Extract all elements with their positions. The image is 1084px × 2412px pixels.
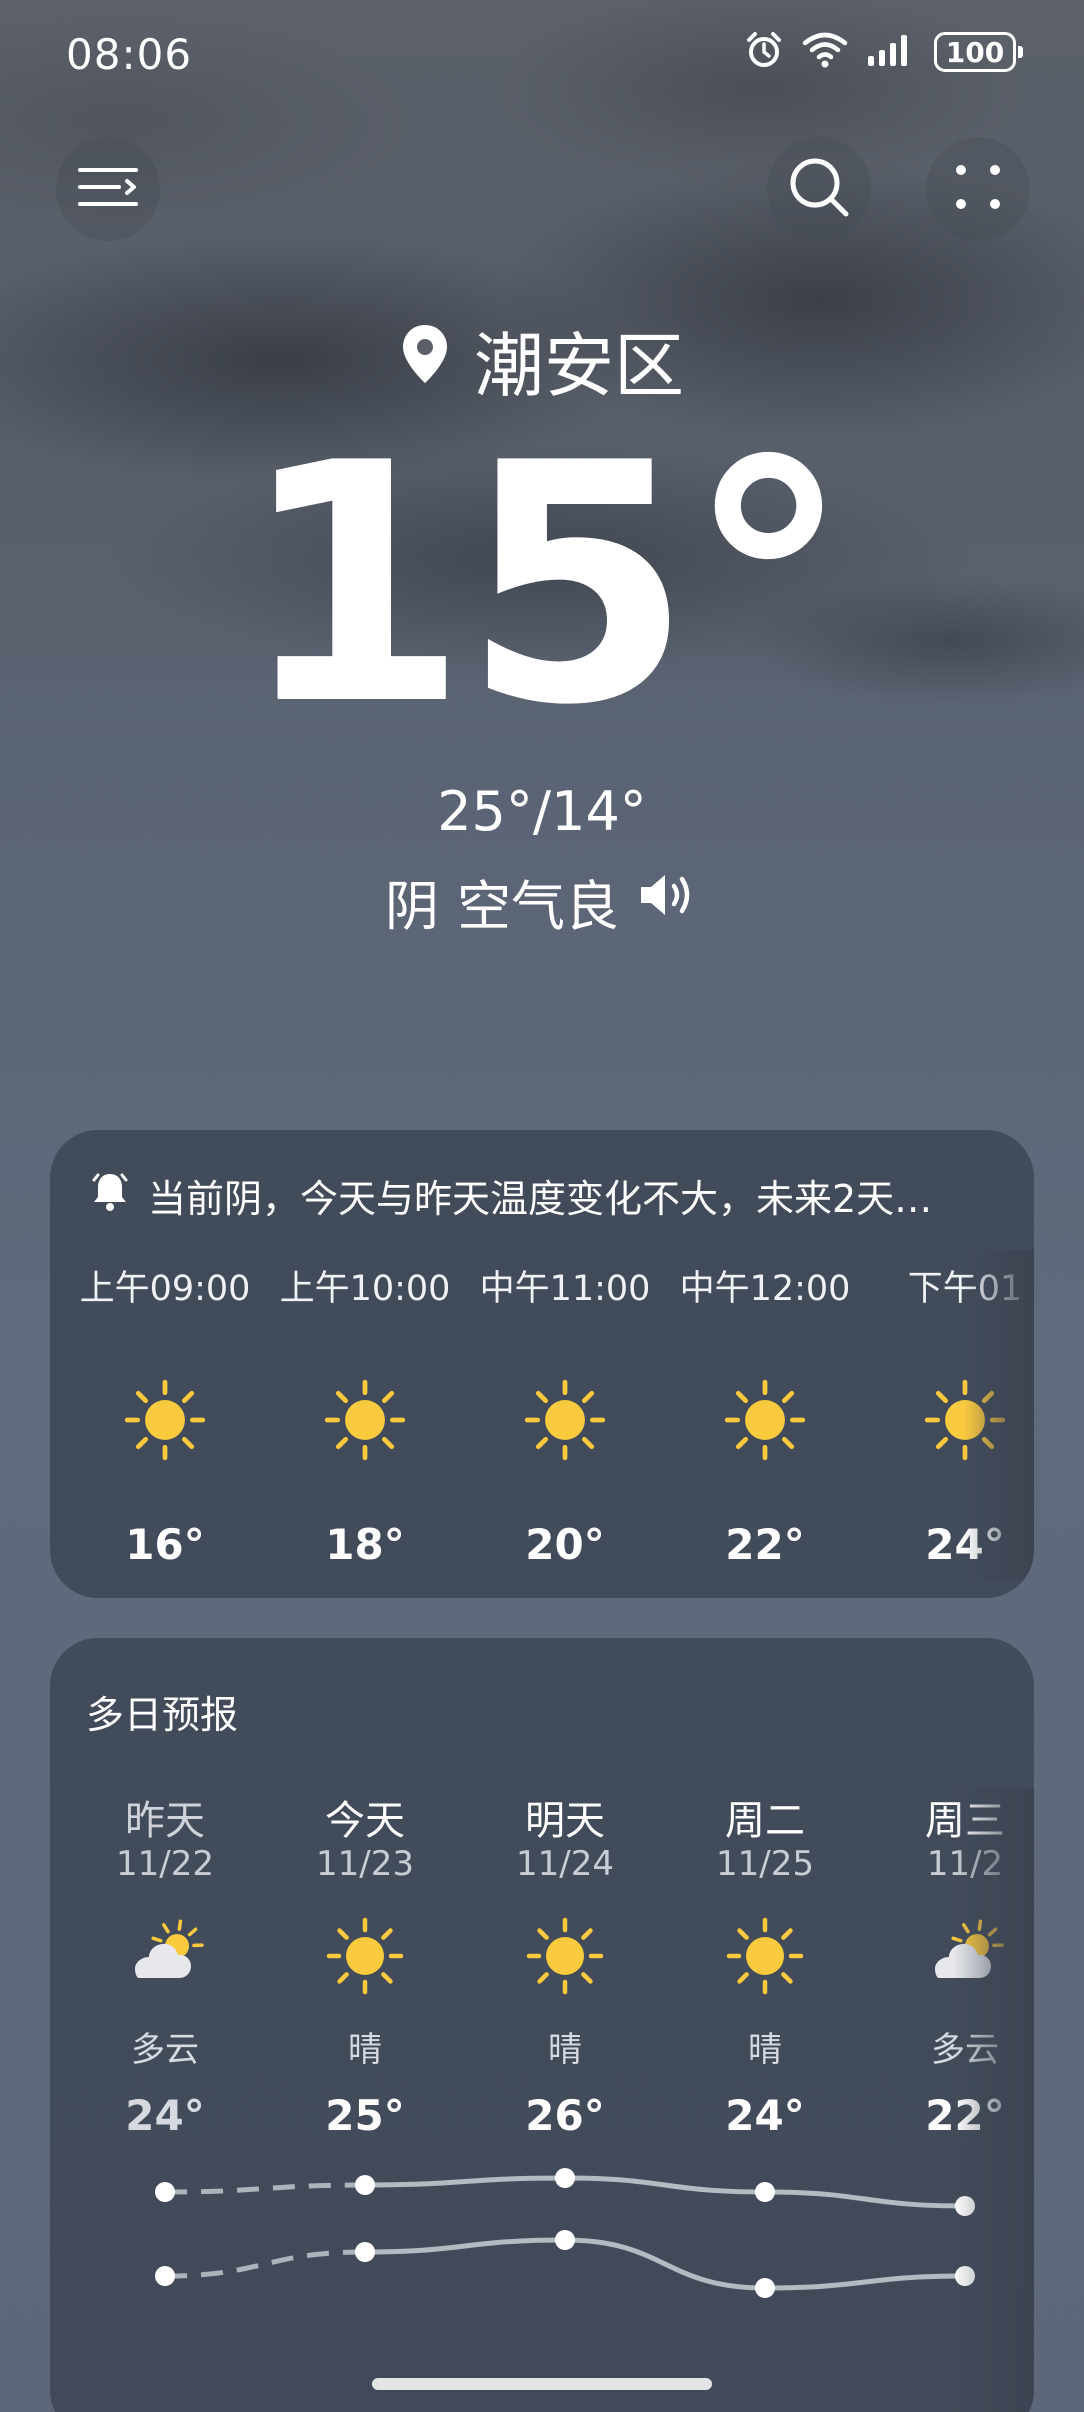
day-high-temperature: 24° — [125, 2091, 205, 2140]
day-high-temperature: 25° — [325, 2091, 405, 2140]
current-temperature: 15° — [238, 393, 851, 777]
day-date: 11/25 — [716, 1844, 814, 1884]
location-pin-icon — [400, 320, 450, 402]
high-trend-point — [755, 2182, 775, 2202]
wifi-icon — [802, 31, 848, 73]
hour-label: 中午12:00 — [679, 1269, 851, 1309]
sun-icon — [265, 1916, 465, 1996]
day-name: 今天 — [325, 1798, 405, 1844]
sun-icon — [265, 1378, 465, 1462]
day-high-temperature: 26° — [525, 2091, 605, 2140]
high-trend-point — [355, 2175, 375, 2195]
hour-label: 上午09:00 — [79, 1269, 251, 1309]
hour-temperature: 18° — [325, 1520, 405, 1569]
daily-list[interactable]: 昨天 11/22 多云 24° 今天 11/23 晴 25° 明天 11/24 … — [90, 1788, 1034, 2412]
more-button[interactable] — [926, 137, 1030, 241]
daily-item[interactable]: 今天 11/23 晴 25° — [265, 1788, 465, 2140]
status-icons: 100 — [744, 30, 1023, 74]
sun-icon — [465, 1916, 665, 1996]
air-quality[interactable]: 空气良 — [457, 862, 619, 941]
day-condition: 晴 — [548, 2030, 582, 2070]
sun-icon — [465, 1378, 665, 1462]
alert-text: 当前阴，今天与昨天温度变化不大，未来2天… — [148, 1177, 933, 1221]
fade-mask — [964, 1250, 1034, 1580]
daily-item[interactable]: 周二 11/25 晴 24° — [665, 1788, 865, 2140]
hourly-forecast-card[interactable]: 当前阴，今天与昨天温度变化不大，未来2天… 上午09:00 16° 上午10:0… — [50, 1130, 1034, 1598]
day-date: 11/22 — [116, 1844, 214, 1884]
status-bar: 08:06 100 — [0, 0, 1084, 110]
fade-mask — [954, 1788, 1034, 2412]
home-indicator[interactable] — [372, 2378, 712, 2390]
status-time: 08:06 — [66, 30, 193, 79]
low-trend-point — [355, 2242, 375, 2262]
daily-item[interactable]: 明天 11/24 晴 26° — [465, 1788, 665, 2140]
hourly-item[interactable]: 中午12:00 22° — [665, 1260, 865, 1569]
menu-icon — [77, 164, 139, 214]
alarm-icon — [744, 30, 784, 74]
battery-icon: 100 — [934, 32, 1023, 72]
low-trend-point — [555, 2230, 575, 2250]
high-trend-segment — [364, 2175, 566, 2188]
day-name: 明天 — [525, 1798, 605, 1844]
hourly-list[interactable]: 上午09:00 16° 上午10:00 18° 中午11:00 20° 中午12… — [80, 1260, 1034, 1580]
signal-icon — [866, 32, 916, 72]
low-trend-segment — [564, 2237, 766, 2291]
high-trend-point — [555, 2168, 575, 2188]
low-trend-segment — [764, 2273, 966, 2291]
hour-label: 上午10:00 — [279, 1269, 451, 1309]
condition-line: 阴 空气良 — [0, 862, 1084, 941]
low-trend-segment — [364, 2237, 566, 2255]
search-icon — [787, 155, 851, 223]
low-trend-point — [755, 2278, 775, 2298]
day-date: 11/24 — [516, 1844, 614, 1884]
weather-condition: 阴 — [385, 875, 439, 938]
search-button[interactable] — [767, 137, 871, 241]
hour-temperature: 20° — [525, 1520, 605, 1569]
day-high-temperature: 24° — [725, 2091, 805, 2140]
sun-icon — [665, 1378, 865, 1462]
day-name: 昨天 — [125, 1798, 205, 1844]
day-date: 11/23 — [316, 1844, 414, 1884]
menu-button[interactable] — [56, 137, 160, 241]
hour-temperature: 16° — [125, 1520, 205, 1569]
sun-icon — [665, 1916, 865, 1996]
daily-forecast-card[interactable]: 多日预报 昨天 11/22 多云 24° 今天 11/23 晴 25° 明天 1… — [50, 1638, 1034, 2412]
low-trend-point — [155, 2266, 175, 2286]
temperature-trend-chart — [155, 2168, 975, 2298]
hour-label: 中午11:00 — [479, 1269, 651, 1309]
hourly-item[interactable]: 中午11:00 20° — [465, 1260, 665, 1569]
more-dots-icon — [953, 162, 1003, 216]
speaker-icon[interactable] — [637, 870, 699, 933]
high-trend-segment — [164, 2182, 366, 2195]
low-trend-segment — [164, 2249, 366, 2279]
partly-cloudy-icon — [65, 1916, 265, 1996]
hour-temperature: 22° — [725, 1520, 805, 1569]
high-low-temperature: 25°/14° — [437, 780, 647, 843]
high-trend-point — [155, 2182, 175, 2202]
daily-item[interactable]: 昨天 11/22 多云 24° — [65, 1788, 265, 2140]
daily-forecast-title: 多日预报 — [86, 1693, 239, 1737]
hourly-item[interactable]: 上午09:00 16° — [65, 1260, 265, 1569]
day-name: 周二 — [725, 1798, 805, 1844]
sun-icon — [65, 1378, 265, 1462]
bell-icon — [90, 1170, 130, 1221]
day-condition: 多云 — [131, 2030, 199, 2070]
day-condition: 晴 — [748, 2030, 782, 2070]
high-trend-segment — [564, 2175, 766, 2195]
high-trend-segment — [764, 2189, 966, 2209]
day-condition: 晴 — [348, 2030, 382, 2070]
hourly-item[interactable]: 上午10:00 18° — [265, 1260, 465, 1569]
weather-alert[interactable]: 当前阴，今天与昨天温度变化不大，未来2天… — [90, 1168, 1000, 1223]
